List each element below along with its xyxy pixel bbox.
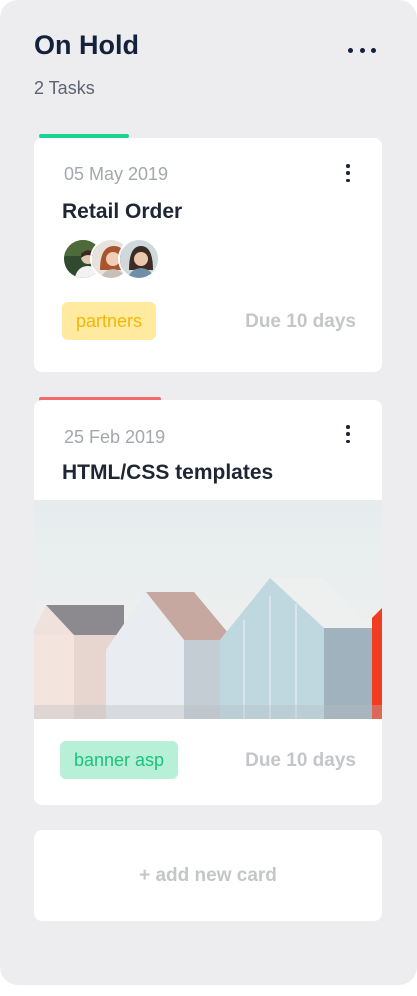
column-title: On Hold [34,30,139,60]
add-new-card-button[interactable]: + add new card [34,830,382,921]
menu-dot [346,425,350,429]
card-title: HTML/CSS templates [62,461,274,484]
menu-dot [346,432,350,436]
menu-dot [346,178,350,182]
card-date: 05 May 2019 [64,164,169,184]
column-task-count: 2 Tasks [34,78,95,98]
card-title: Retail Order [62,200,183,223]
menu-dot [348,47,353,53]
menu-dot [359,47,365,53]
menu-dot [346,164,350,168]
more-horizontal-icon[interactable] [348,40,376,60]
due-label: Due 10 days [245,311,356,332]
more-vertical-icon[interactable] [344,164,352,182]
card-tag[interactable]: partners [62,302,157,340]
more-vertical-icon[interactable] [344,425,352,443]
task-card-retail-order[interactable]: 05 May 2019 Retail Order partners Due 10… [34,138,382,372]
beach-huts-photo [34,500,382,719]
card-date: 25 Feb 2019 [64,427,166,447]
menu-dot [346,171,350,175]
menu-dot [346,439,350,443]
due-label: Due 10 days [245,750,356,771]
task-card-html-css-templates[interactable]: 25 Feb 2019 HTML/CSS templates banner as… [34,400,382,805]
avatar[interactable] [118,238,160,280]
menu-dot [371,47,376,53]
card-tag[interactable]: banner asp [60,741,179,779]
